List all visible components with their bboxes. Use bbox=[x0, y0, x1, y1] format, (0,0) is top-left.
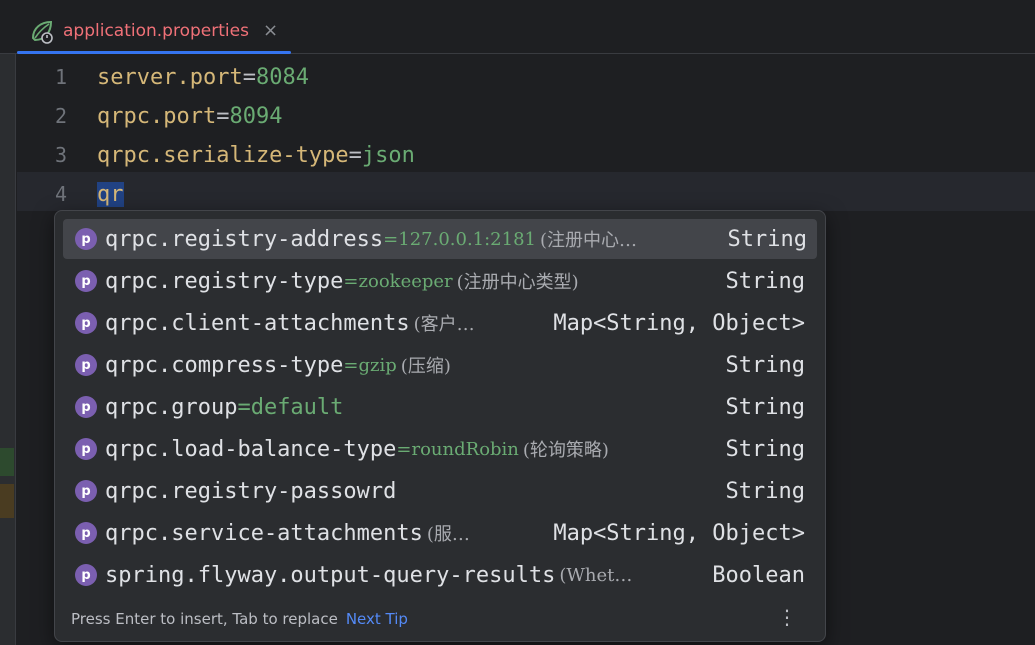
completion-item[interactable]: p qrpc.group =default String bbox=[63, 387, 817, 427]
completion-item-default: =gzip bbox=[343, 354, 397, 376]
completion-item-name: qrpc.client-attachments bbox=[105, 310, 410, 336]
completion-item-default: =zookeeper bbox=[343, 270, 453, 292]
property-icon: p bbox=[75, 312, 97, 334]
completion-item-name: qrpc.compress-type bbox=[105, 352, 344, 378]
property-icon: p bbox=[75, 228, 97, 250]
code-line[interactable]: qrpc.port=8094 bbox=[97, 97, 282, 136]
code-line[interactable]: server.port=8084 bbox=[97, 58, 309, 97]
completion-item-name: qrpc.registry-passowrd bbox=[105, 478, 397, 504]
line-number: 2 bbox=[54, 104, 67, 128]
property-icon: p bbox=[75, 522, 97, 544]
completion-item-default: =127.0.0.1:2181 bbox=[383, 228, 536, 250]
change-marker-green bbox=[0, 448, 14, 476]
property-icon: p bbox=[75, 438, 97, 460]
completion-item-type: String bbox=[725, 394, 805, 420]
equals-sign: = bbox=[216, 104, 230, 129]
property-key: server.port bbox=[97, 65, 243, 90]
tab-label: application.properties bbox=[63, 21, 249, 41]
completion-item[interactable]: p qrpc.client-attachments (客户… Map<String, … bbox=[63, 303, 817, 343]
close-icon[interactable]: × bbox=[263, 22, 278, 40]
code-line-current[interactable]: qr bbox=[97, 175, 124, 214]
completion-footer: Press Enter to insert, Tab to replace Ne… bbox=[55, 597, 825, 641]
property-key: qrpc.port bbox=[97, 104, 217, 129]
spring-leaf-icon bbox=[31, 20, 53, 44]
completion-item[interactable]: p qrpc.registry-type =zookeeper (注册中心类型) Str… bbox=[63, 261, 817, 301]
equals-sign: = bbox=[242, 65, 256, 90]
completion-item[interactable]: p qrpc.registry-passowrd String bbox=[63, 471, 817, 511]
line-number: 3 bbox=[54, 143, 67, 167]
property-key: qrpc.serialize-type bbox=[97, 143, 349, 168]
completion-item-description: (轮询策略) bbox=[522, 440, 609, 461]
completion-item[interactable]: p qrpc.load-balance-type =roundRobin (轮询策略)… bbox=[63, 429, 817, 469]
typed-prefix: qr bbox=[97, 182, 124, 207]
current-line-highlight bbox=[17, 172, 1035, 211]
property-icon: p bbox=[75, 564, 97, 586]
completion-item-type: String bbox=[727, 226, 807, 252]
completion-item[interactable]: p qrpc.compress-type =gzip (压缩) String bbox=[63, 345, 817, 385]
footer-hint: Press Enter to insert, Tab to replace bbox=[71, 610, 338, 628]
completion-item-type: Boolean bbox=[712, 562, 805, 588]
completion-item-type: String bbox=[725, 478, 805, 504]
completion-item-description: (压缩) bbox=[400, 356, 451, 377]
completion-item-name: spring.flyway.output-query-results bbox=[105, 562, 556, 588]
completion-item[interactable]: p qrpc.service-attachments (服… Map<String, … bbox=[63, 513, 817, 553]
completion-item-description: (注册中心类型) bbox=[456, 272, 579, 293]
code-line[interactable]: qrpc.serialize-type=json bbox=[97, 136, 415, 175]
completion-item-description: (客户… bbox=[413, 314, 475, 335]
completion-item-description: (Whet… bbox=[559, 564, 633, 586]
property-value: json bbox=[361, 143, 415, 168]
completion-item-type: String bbox=[725, 352, 805, 378]
left-tool-strip bbox=[0, 0, 16, 645]
next-tip-link[interactable]: Next Tip bbox=[346, 610, 408, 628]
completion-popup: p qrpc.registry-address =127.0.0.1:2181 (注册… bbox=[54, 210, 826, 642]
property-icon: p bbox=[75, 354, 97, 376]
completion-item[interactable]: p qrpc.registry-address =127.0.0.1:2181 (注册… bbox=[63, 219, 817, 259]
completion-item-type: String bbox=[725, 268, 805, 294]
completion-item-name: qrpc.registry-type bbox=[105, 268, 344, 294]
line-number: 1 bbox=[54, 65, 67, 89]
completion-item-type: Map<String, Object> bbox=[553, 520, 805, 546]
completion-item-default: =roundRobin bbox=[396, 438, 519, 460]
property-value: 8084 bbox=[255, 65, 309, 90]
completion-item-type: Map<String, Object> bbox=[553, 310, 805, 336]
line-number: 4 bbox=[54, 182, 67, 206]
property-icon: p bbox=[75, 396, 97, 418]
completion-item[interactable]: p spring.flyway.output-query-results (Whet… bbox=[63, 555, 817, 595]
completion-item-type: String bbox=[725, 436, 805, 462]
property-icon: p bbox=[75, 270, 97, 292]
completion-item-name: qrpc.group bbox=[105, 394, 238, 420]
more-options-icon[interactable]: ⋮ bbox=[777, 607, 797, 627]
completion-item-description: (注册中心… bbox=[540, 230, 638, 251]
editor-tab-bar: application.properties × bbox=[0, 0, 1035, 54]
completion-item-default: =default bbox=[237, 394, 344, 420]
change-marker-orange bbox=[0, 484, 14, 518]
completion-item-description: (服… bbox=[426, 524, 470, 545]
equals-sign: = bbox=[348, 143, 362, 168]
property-value: 8094 bbox=[229, 104, 283, 129]
completion-item-name: qrpc.registry-address bbox=[105, 226, 384, 252]
completion-item-name: qrpc.load-balance-type bbox=[105, 436, 397, 462]
completion-item-name: qrpc.service-attachments bbox=[105, 520, 423, 546]
property-icon: p bbox=[75, 480, 97, 502]
tab-application-properties[interactable]: application.properties × bbox=[17, 8, 291, 54]
active-tab-indicator bbox=[17, 51, 291, 54]
